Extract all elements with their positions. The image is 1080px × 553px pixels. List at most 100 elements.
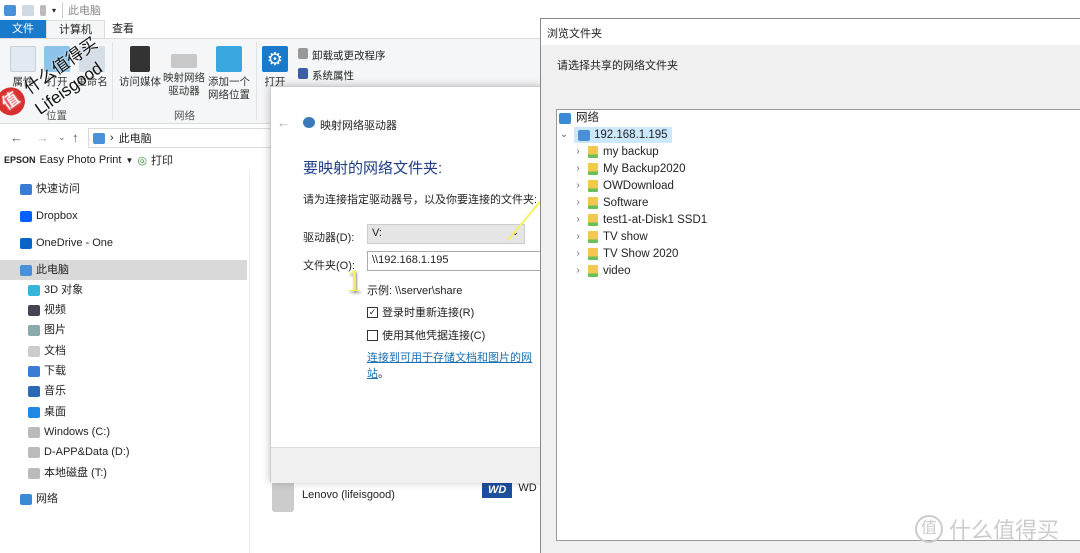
sidebar-divider <box>249 170 250 553</box>
tree-item-folder[interactable]: › TV show <box>573 229 648 245</box>
sidebar-item[interactable]: 音乐 <box>28 382 66 400</box>
tree-item-network[interactable]: 网络 <box>559 110 599 126</box>
sidebar-item[interactable]: 文档 <box>28 342 66 360</box>
sidebar-item[interactable]: 视频 <box>28 301 66 319</box>
browse-prompt: 请选择共享的网络文件夹 <box>557 60 678 72</box>
recent-dropdown[interactable]: ⌄ <box>58 132 66 143</box>
sidebar-item[interactable]: Dropbox <box>20 207 78 225</box>
chevron-right-icon[interactable]: › <box>573 246 583 262</box>
sidebar-item-label: 桌面 <box>44 406 66 418</box>
sidebar-item[interactable]: OneDrive - One <box>20 234 113 252</box>
sidebar-item-label: 图片 <box>44 324 66 336</box>
computer-icon <box>93 132 105 144</box>
star-icon <box>20 183 32 195</box>
tab-view[interactable]: 查看 <box>100 20 146 38</box>
sidebar-item[interactable]: Windows (C:) <box>28 423 110 441</box>
sidebar-item[interactable]: D-APP&Data (D:) <box>28 443 130 461</box>
dialog-heading: 要映射的网络文件夹: <box>303 160 443 177</box>
nav-up-button[interactable]: ↑ <box>72 130 79 145</box>
tree-item-folder[interactable]: › My Backup2020 <box>573 161 685 177</box>
system-icon <box>298 68 308 79</box>
sidebar-item-label: 文档 <box>44 345 66 357</box>
watermark-bottom-right: 值什么值得买 <box>915 513 1059 545</box>
media-icon <box>130 46 150 72</box>
shared-folder-icon <box>588 214 598 226</box>
chevron-right-icon[interactable]: › <box>573 161 583 177</box>
desktop-icon <box>28 406 40 418</box>
download-icon <box>28 365 40 377</box>
uninstall-icon <box>298 48 308 59</box>
chevron-right-icon[interactable]: › <box>573 212 583 228</box>
drive-icon <box>28 426 40 438</box>
device-lenovo[interactable]: Lenovo (lifeisgood) <box>272 478 395 512</box>
website-link[interactable]: 连接到可用于存储文档和图片的网站 <box>367 352 532 380</box>
sidebar-item[interactable]: 下载 <box>28 362 66 380</box>
sidebar-item[interactable]: 3D 对象 <box>28 281 83 299</box>
chevron-right-icon[interactable]: › <box>573 144 583 160</box>
cloud-icon <box>20 237 32 249</box>
annotation-number-1: 1 <box>346 262 362 298</box>
tab-computer[interactable]: 计算机 <box>46 20 105 38</box>
print-button[interactable]: 打印 <box>151 152 173 168</box>
tree-item-folder[interactable]: › my backup <box>573 144 659 160</box>
chevron-right-icon[interactable]: › <box>573 178 583 194</box>
sidebar-item[interactable]: 图片 <box>28 321 66 339</box>
credentials-checkbox[interactable]: 使用其他凭据连接(C) <box>367 327 485 343</box>
tree-item-folder[interactable]: › OWDownload <box>573 178 674 194</box>
chevron-right-icon[interactable]: › <box>573 229 583 245</box>
tree-item-folder[interactable]: › TV Show 2020 <box>573 246 678 262</box>
computer-icon <box>20 264 32 276</box>
tab-file[interactable]: 文件 <box>0 20 46 38</box>
chevron-down-icon[interactable]: ⌄ <box>559 127 569 143</box>
sidebar-item[interactable]: 桌面 <box>28 403 66 421</box>
sidebar-item[interactable]: 本地磁盘 (T:) <box>28 464 107 482</box>
folder-icon[interactable] <box>40 4 46 16</box>
browse-folder-dialog: 浏览文件夹 请选择共享的网络文件夹 网络 ⌄ 192.168.1.195 › my ba… <box>540 18 1080 553</box>
dialog-back-button[interactable]: ← <box>277 115 290 130</box>
cube-icon <box>28 284 40 296</box>
picture-icon <box>28 324 40 336</box>
sidebar-item-label: D-APP&Data (D:) <box>44 446 130 458</box>
video-icon <box>28 304 40 316</box>
reconnect-checkbox[interactable]: ✓ 登录时重新连接(R) <box>367 304 474 320</box>
shared-folder-icon <box>588 248 598 260</box>
sidebar-item-label: 3D 对象 <box>44 284 84 296</box>
shared-folder-icon <box>588 163 598 175</box>
device-wd[interactable]: WD WD <box>482 482 537 498</box>
access-media-button[interactable]: 访问媒体 <box>118 46 162 89</box>
tree-item-host[interactable]: ⌄ 192.168.1.195 <box>559 127 672 143</box>
address-bar[interactable]: › 此电脑 <box>88 128 288 148</box>
add-network-location-button[interactable]: 添加一个 网络位置 <box>206 46 252 102</box>
nav-forward-button[interactable]: → <box>36 130 49 145</box>
sidebar-item[interactable]: 快速访问 <box>20 180 80 198</box>
checkbox-checked: ✓ <box>367 306 378 318</box>
system-properties-button[interactable]: 系统属性 <box>298 68 354 83</box>
tree-item-folder[interactable]: › Software <box>573 195 648 211</box>
tree-item-folder[interactable]: › test1-at-Disk1 SSD1 <box>573 212 707 228</box>
shared-folder-icon <box>588 265 598 277</box>
sidebar-item[interactable]: 此电脑 <box>20 261 69 279</box>
shared-folder-icon <box>588 197 598 209</box>
epson-app-button[interactable]: Easy Photo Print <box>40 154 122 166</box>
map-network-drive-button[interactable]: 映射网络 驱动器 <box>162 46 206 98</box>
title-bar: ▾ 此电脑 <box>0 0 540 20</box>
drive-icon <box>28 467 40 479</box>
uninstall-button[interactable]: 卸载或更改程序 <box>298 48 386 63</box>
divider <box>256 42 257 120</box>
dialog-title: 映射网络驱动器 <box>303 117 397 133</box>
epson-dropdown[interactable]: ▼ <box>125 156 133 165</box>
document-icon <box>28 345 40 357</box>
quick-access-dropdown[interactable]: ▾ <box>52 6 56 15</box>
properties-icon[interactable] <box>22 4 34 16</box>
tree-item-folder[interactable]: › video <box>573 263 631 279</box>
divider <box>112 42 113 120</box>
folder-input[interactable]: \\192.168.1.195 <box>367 251 547 271</box>
chevron-right-icon[interactable]: › <box>573 263 583 279</box>
breadcrumb-separator: › <box>110 132 114 144</box>
dropbox-icon <box>20 210 32 222</box>
sidebar-item[interactable]: 网络 <box>20 490 58 508</box>
print-icon: ◎ <box>137 154 147 167</box>
sidebar-item-label: 快速访问 <box>36 183 80 195</box>
chevron-right-icon[interactable]: › <box>573 195 583 211</box>
gear-icon: ⚙ <box>262 46 288 72</box>
